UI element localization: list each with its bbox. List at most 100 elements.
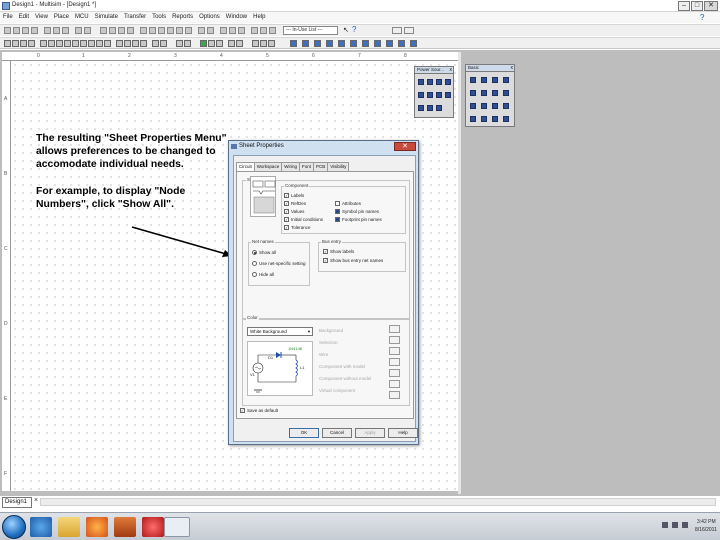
checkbox-box[interactable]	[284, 201, 289, 206]
menu-help[interactable]: Help	[253, 14, 265, 20]
wattmeter-icon[interactable]	[314, 40, 321, 47]
color-swatch-button[interactable]	[389, 380, 400, 388]
analysis-icon[interactable]	[236, 40, 243, 47]
start-button[interactable]	[2, 515, 26, 539]
nonlinear-transformer-icon[interactable]	[503, 116, 509, 122]
basic-icon[interactable]	[48, 40, 55, 47]
function-generator-icon[interactable]	[302, 40, 309, 47]
file-explorer-icon[interactable]	[58, 517, 80, 537]
power-icon[interactable]	[116, 40, 123, 47]
erc-icon[interactable]	[185, 27, 192, 34]
internet-explorer-icon[interactable]	[30, 517, 52, 537]
analog-icon[interactable]	[72, 40, 79, 47]
menu-edit[interactable]: Edit	[19, 14, 29, 20]
current-source-icon[interactable]	[436, 105, 442, 111]
horizontal-scrollbar[interactable]	[40, 498, 716, 506]
dialog-close-button[interactable]: ✕	[394, 142, 416, 151]
checkbox-box[interactable]	[335, 217, 340, 222]
transistor-icon[interactable]	[64, 40, 71, 47]
resistor-icon[interactable]	[470, 77, 476, 83]
tab-pcb[interactable]: PCB	[312, 162, 329, 171]
crystal-icon[interactable]	[470, 116, 476, 122]
view-icon[interactable]	[392, 27, 402, 34]
clock-time[interactable]: 3:42 PM	[697, 519, 716, 525]
variable-capacitor-icon[interactable]	[503, 90, 509, 96]
measurement-probe-icon[interactable]	[252, 40, 259, 47]
ground-icon[interactable]	[436, 79, 442, 85]
color-swatch-button[interactable]	[389, 325, 400, 333]
hide-all-radio[interactable]: Hide all	[252, 272, 274, 277]
iv-analyzer-icon[interactable]	[410, 40, 417, 47]
refdes-checkbox[interactable]: RefDes	[284, 201, 306, 206]
checkbox-box[interactable]	[284, 217, 289, 222]
hierarchical-block-icon[interactable]	[176, 40, 183, 47]
menu-window[interactable]: Window	[226, 14, 247, 20]
undo-icon[interactable]	[75, 27, 82, 34]
tab-workspace[interactable]: Workspace	[253, 162, 283, 171]
rf-icon[interactable]	[132, 40, 139, 47]
radio-button[interactable]	[252, 250, 257, 255]
battery-icon[interactable]	[418, 105, 424, 111]
menu-options[interactable]: Options	[199, 14, 220, 20]
save-as-default-checkbox[interactable]: Save as default	[240, 408, 278, 413]
menu-place[interactable]: Place	[54, 14, 69, 20]
dc-power-icon[interactable]	[418, 79, 424, 85]
logic-converter-icon[interactable]	[398, 40, 405, 47]
mcu-icon[interactable]	[96, 40, 103, 47]
checkbox-box[interactable]	[284, 209, 289, 214]
apply-button[interactable]: Apply	[355, 428, 385, 438]
bode-plotter-icon[interactable]	[350, 40, 357, 47]
indicator-icon[interactable]	[104, 40, 111, 47]
checkbox-box[interactable]	[240, 408, 245, 413]
run-simulation-icon[interactable]	[200, 40, 207, 47]
show-all-radio[interactable]: Show all	[252, 250, 276, 255]
new-file-icon[interactable]	[4, 27, 11, 34]
volume-icon[interactable]	[672, 522, 678, 528]
current-probe-icon[interactable]	[260, 40, 267, 47]
menu-transfer[interactable]: Transfer	[124, 14, 146, 20]
database-icon[interactable]	[167, 27, 174, 34]
oscilloscope-icon[interactable]	[326, 40, 333, 47]
clock-date[interactable]: 8/16/2011	[695, 527, 717, 533]
in-use-list-select[interactable]: --- In-Use List ---	[283, 26, 338, 35]
symbol-pin-names-checkbox[interactable]: Symbol pin names	[335, 209, 379, 214]
cut-icon[interactable]	[44, 27, 51, 34]
grid-icon[interactable]	[404, 27, 414, 34]
footprint-pin-names-checkbox[interactable]: Footprint pin names	[335, 217, 382, 222]
voltage-probe-icon[interactable]	[268, 40, 275, 47]
frequency-counter-icon[interactable]	[362, 40, 369, 47]
open-file-icon[interactable]	[13, 27, 20, 34]
clock-source-icon[interactable]	[427, 105, 433, 111]
show-labels-checkbox[interactable]: Show labels	[323, 249, 354, 254]
values-checkbox[interactable]: Values	[284, 209, 304, 214]
vee-icon[interactable]	[436, 92, 442, 98]
grapher-icon[interactable]	[140, 27, 147, 34]
vertical-scrollbar[interactable]	[458, 52, 461, 494]
help-icon[interactable]: ?	[700, 13, 704, 22]
ac-power-icon[interactable]	[427, 79, 433, 85]
word-generator-icon[interactable]	[374, 40, 381, 47]
menu-mcu[interactable]: MCU	[75, 14, 89, 20]
copy-icon[interactable]	[53, 27, 60, 34]
cancel-button[interactable]: Cancel	[322, 428, 352, 438]
misc-icon[interactable]	[124, 40, 131, 47]
inductor-icon[interactable]	[492, 77, 498, 83]
spreadsheet-view-icon[interactable]	[229, 27, 236, 34]
back-annotate-icon[interactable]	[198, 27, 205, 34]
color-swatch-button[interactable]	[389, 391, 400, 399]
tab-visibility[interactable]: Visibility	[327, 162, 350, 171]
paste-icon[interactable]	[62, 27, 69, 34]
diode-icon[interactable]	[56, 40, 63, 47]
media-player-icon[interactable]	[142, 517, 164, 537]
tolerance-checkbox[interactable]: Tolerance	[284, 225, 311, 230]
virtual-mode-icon[interactable]	[269, 27, 276, 34]
stop-simulation-icon[interactable]	[216, 40, 223, 47]
checkbox-box[interactable]	[335, 201, 340, 206]
pause-simulation-icon[interactable]	[208, 40, 215, 47]
menu-reports[interactable]: Reports	[172, 14, 193, 20]
checkbox-box[interactable]	[335, 209, 340, 214]
vss-icon[interactable]	[445, 92, 451, 98]
component-wizard-icon[interactable]	[176, 27, 183, 34]
tab-wiring[interactable]: Wiring	[281, 162, 300, 171]
zoom-fit-icon[interactable]	[127, 27, 134, 34]
